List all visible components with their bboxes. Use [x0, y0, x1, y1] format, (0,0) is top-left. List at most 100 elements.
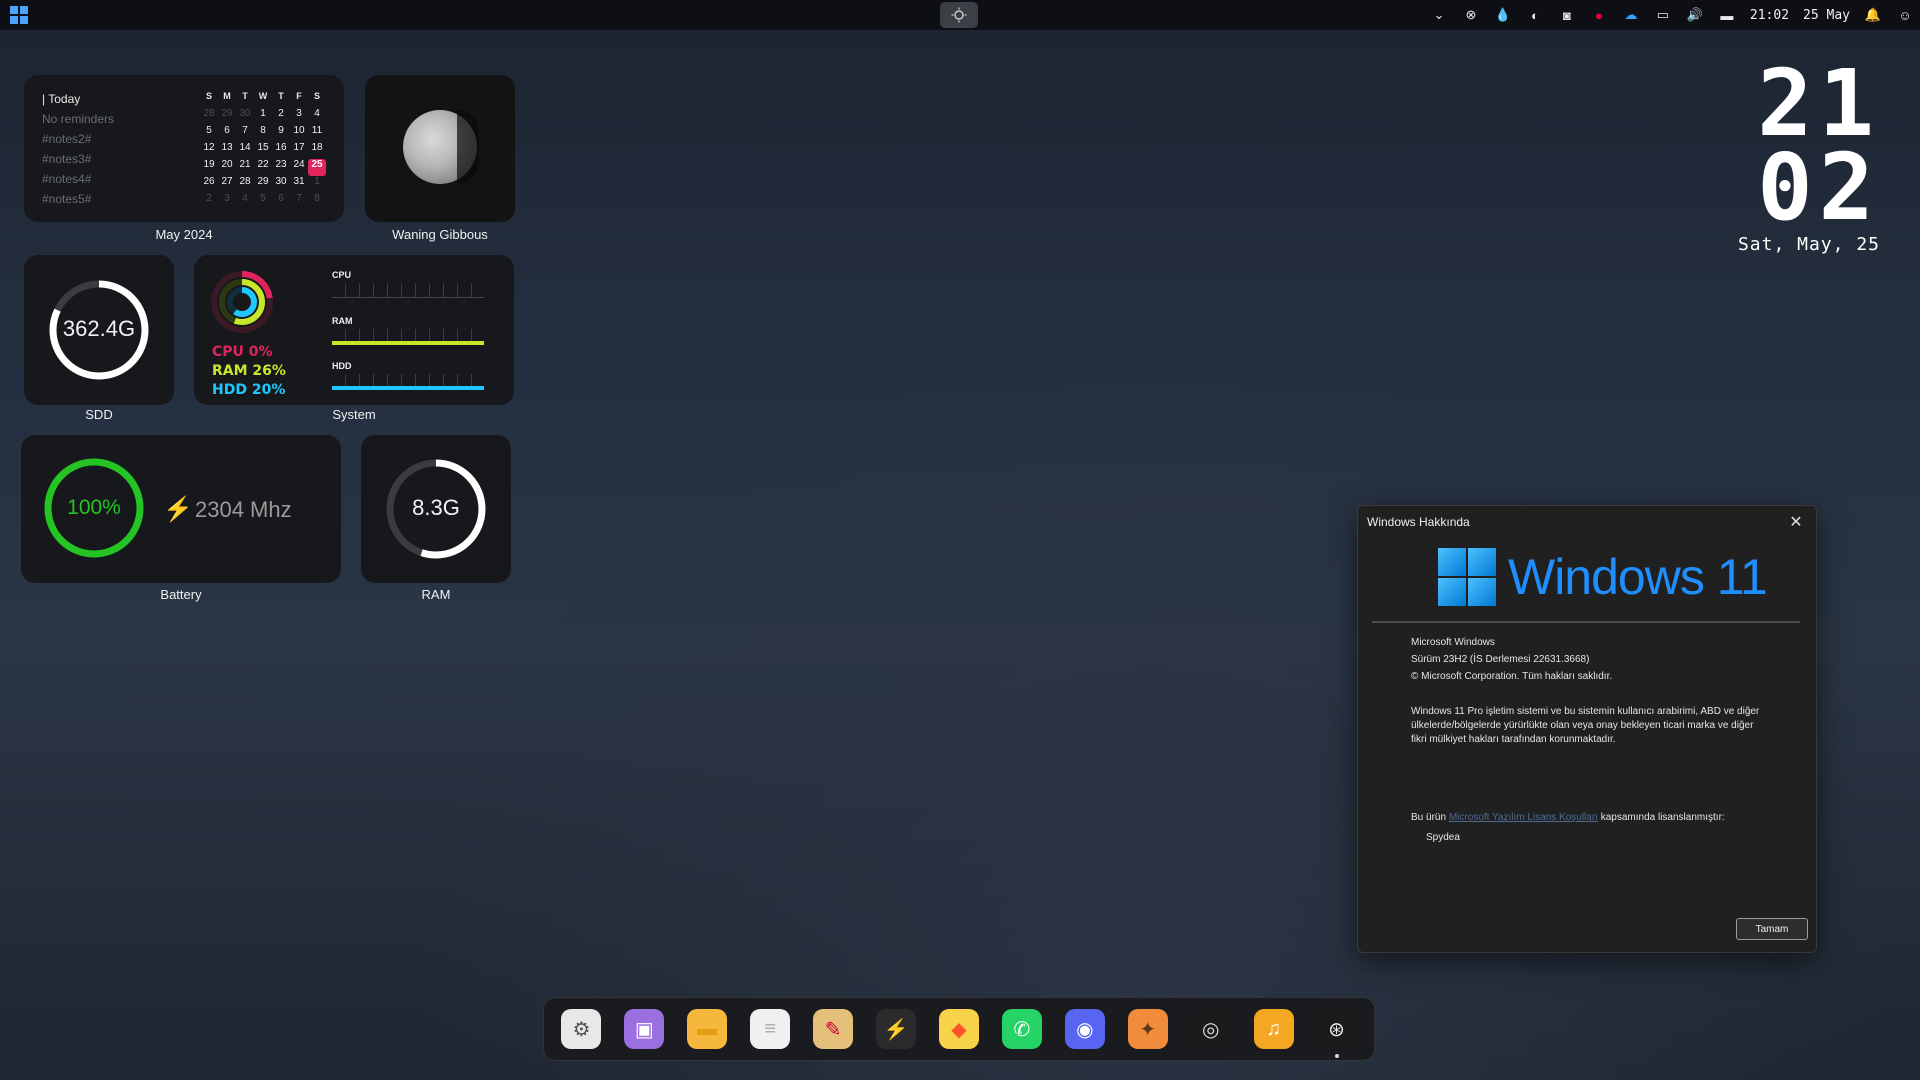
calendar-day[interactable]: 16 — [272, 142, 290, 159]
calendar-day[interactable]: 2 — [272, 108, 290, 125]
drop-icon[interactable]: 💧 — [1494, 6, 1512, 24]
steam-tray-icon[interactable]: ◐ — [1526, 6, 1544, 24]
calendar-day[interactable]: 14 — [236, 142, 254, 159]
music-icon: ♫ — [1266, 1017, 1282, 1040]
steam-icon: ⊛ — [1328, 1018, 1345, 1041]
folder-app-button[interactable]: ▬ — [687, 1009, 728, 1049]
steam-app-button[interactable]: ⊛ — [1316, 1009, 1357, 1058]
calendar-day[interactable]: 13 — [218, 142, 236, 159]
onedrive-icon[interactable]: ☁ — [1622, 6, 1640, 24]
xbox-icon[interactable]: ⊗ — [1462, 6, 1480, 24]
ssd-widget[interactable]: 362.4G — [24, 255, 174, 405]
widgets-button[interactable] — [940, 2, 978, 28]
calendar-day[interactable]: 17 — [290, 142, 308, 159]
store-app-button[interactable]: ▣ — [624, 1009, 665, 1049]
ram-widget[interactable]: 8.3G — [361, 435, 511, 583]
calendar-day[interactable]: 21 — [236, 159, 254, 176]
note-item[interactable]: #notes4# — [42, 169, 114, 189]
system-widget[interactable]: CPU 0% RAM 26% HDD 20% CPU RAM HDD — [194, 255, 514, 405]
chevron-up-icon[interactable]: ⌄ — [1430, 6, 1448, 24]
calendar-day[interactable]: 18 — [308, 142, 326, 159]
user-icon[interactable]: ☺ — [1896, 6, 1914, 24]
moon-widget[interactable] — [365, 75, 515, 222]
bell-icon[interactable]: 🔔 — [1864, 6, 1882, 24]
lightning-icon: ⚡ — [163, 496, 193, 523]
antivirus-icon[interactable]: ● — [1590, 6, 1608, 24]
calendar-day[interactable]: 6 — [272, 193, 290, 210]
close-button[interactable]: ✕ — [1784, 510, 1808, 534]
activity-rings-icon — [211, 271, 273, 333]
calendar-day[interactable]: 27 — [218, 176, 236, 193]
ram-bar-fill — [332, 341, 484, 345]
note-item[interactable]: #notes3# — [42, 149, 114, 169]
reminders-status: No reminders — [42, 112, 115, 126]
ok-button[interactable]: Tamam — [1736, 918, 1808, 940]
calendar-day[interactable]: 29 — [254, 176, 272, 193]
calendar-day[interactable]: 1 — [308, 176, 326, 193]
tray-time[interactable]: 21:02 — [1750, 8, 1789, 23]
calendar-day[interactable]: 28 — [200, 108, 218, 125]
volume-icon[interactable]: 🔊 — [1686, 6, 1704, 24]
calendar-day[interactable]: 4 — [308, 108, 326, 125]
note-item[interactable]: #notes5# — [42, 189, 114, 209]
calendar-day[interactable]: 30 — [272, 176, 290, 193]
calendar-day[interactable]: 8 — [254, 125, 272, 142]
calendar-day[interactable]: 26 — [200, 176, 218, 193]
calendar-day[interactable]: 20 — [218, 159, 236, 176]
ssd-value: 362.4G — [62, 316, 136, 341]
music-app-button[interactable]: ♫ — [1253, 1009, 1294, 1049]
battery-widget[interactable]: 100% ⚡ 2304 Mhz — [21, 435, 341, 583]
display-icon[interactable]: ▭ — [1654, 6, 1672, 24]
start-menu-button[interactable] — [10, 6, 28, 24]
whatsapp-app-button[interactable]: ✆ — [1001, 1009, 1042, 1049]
calendar-day[interactable]: 3 — [218, 193, 236, 210]
calendar-day[interactable]: 30 — [236, 108, 254, 125]
calendar-day[interactable]: 2 — [200, 193, 218, 210]
calendar-day[interactable]: 5 — [200, 125, 218, 142]
calendar-day[interactable]: 12 — [200, 142, 218, 159]
weekday-header: S — [313, 91, 320, 101]
note-item[interactable]: #notes2# — [42, 129, 114, 149]
calendar-day[interactable]: 7 — [290, 193, 308, 210]
calendar-day[interactable]: 6 — [218, 125, 236, 142]
weekday-header: M — [223, 91, 231, 101]
notepad-app-button[interactable]: ≡ — [750, 1009, 791, 1049]
calendar-day[interactable]: 24 — [290, 159, 308, 176]
calendar-day[interactable]: 9 — [272, 125, 290, 142]
obs-app-button[interactable]: ◎ — [1190, 1009, 1231, 1049]
discord-tray-icon[interactable]: ◙ — [1558, 6, 1576, 24]
discord-app-button[interactable]: ◉ — [1064, 1009, 1105, 1049]
calendar-day[interactable]: 5 — [254, 193, 272, 210]
notepad-icon: ≡ — [764, 1017, 777, 1040]
gimp-app-button[interactable]: ✦ — [1127, 1009, 1168, 1049]
calendar-day[interactable]: 7 — [236, 125, 254, 142]
license-link[interactable]: Microsoft Yazılım Lisans Koşulları — [1449, 812, 1598, 823]
calendar-day[interactable]: 29 — [218, 108, 236, 125]
battery-value: 100% — [67, 496, 121, 519]
battery-icon[interactable]: ▬ — [1718, 6, 1736, 24]
calendar-day[interactable]: 11 — [308, 125, 326, 142]
calendar-day[interactable]: 1 — [254, 108, 272, 125]
divider — [1372, 621, 1800, 623]
clock-date: Sat, May, 25 — [1737, 234, 1880, 255]
calendar-day[interactable]: 4 — [236, 193, 254, 210]
calendar-day[interactable]: 10 — [290, 125, 308, 142]
calendar-widget[interactable]: | Today No reminders #notes2# #notes3# #… — [24, 75, 344, 222]
calendar-day[interactable]: 31 — [290, 176, 308, 193]
tray-date[interactable]: 25 May — [1803, 8, 1850, 23]
settings-app-button[interactable]: ⚙ — [561, 1009, 602, 1049]
calendar-day[interactable]: 22 — [254, 159, 272, 176]
calendar-day[interactable]: 19 — [200, 159, 218, 176]
calendar-day[interactable]: 15 — [254, 142, 272, 159]
terminal-app-button[interactable]: ⚡ — [876, 1009, 917, 1049]
cpu-bar-label: CPU — [332, 270, 352, 280]
calendar-day[interactable]: 8 — [308, 193, 326, 210]
calendar-day[interactable]: 28 — [236, 176, 254, 193]
paint-app-button[interactable]: ✎ — [813, 1009, 854, 1049]
calendar-day[interactable]: 3 — [290, 108, 308, 125]
calendar-day[interactable]: 25 — [308, 159, 326, 176]
calendar-day[interactable]: 23 — [272, 159, 290, 176]
dialog-titlebar[interactable]: Windows Hakkında ✕ — [1358, 506, 1816, 538]
brave-app-button[interactable]: ◆ — [938, 1009, 979, 1049]
store-icon: ▣ — [634, 1018, 654, 1041]
